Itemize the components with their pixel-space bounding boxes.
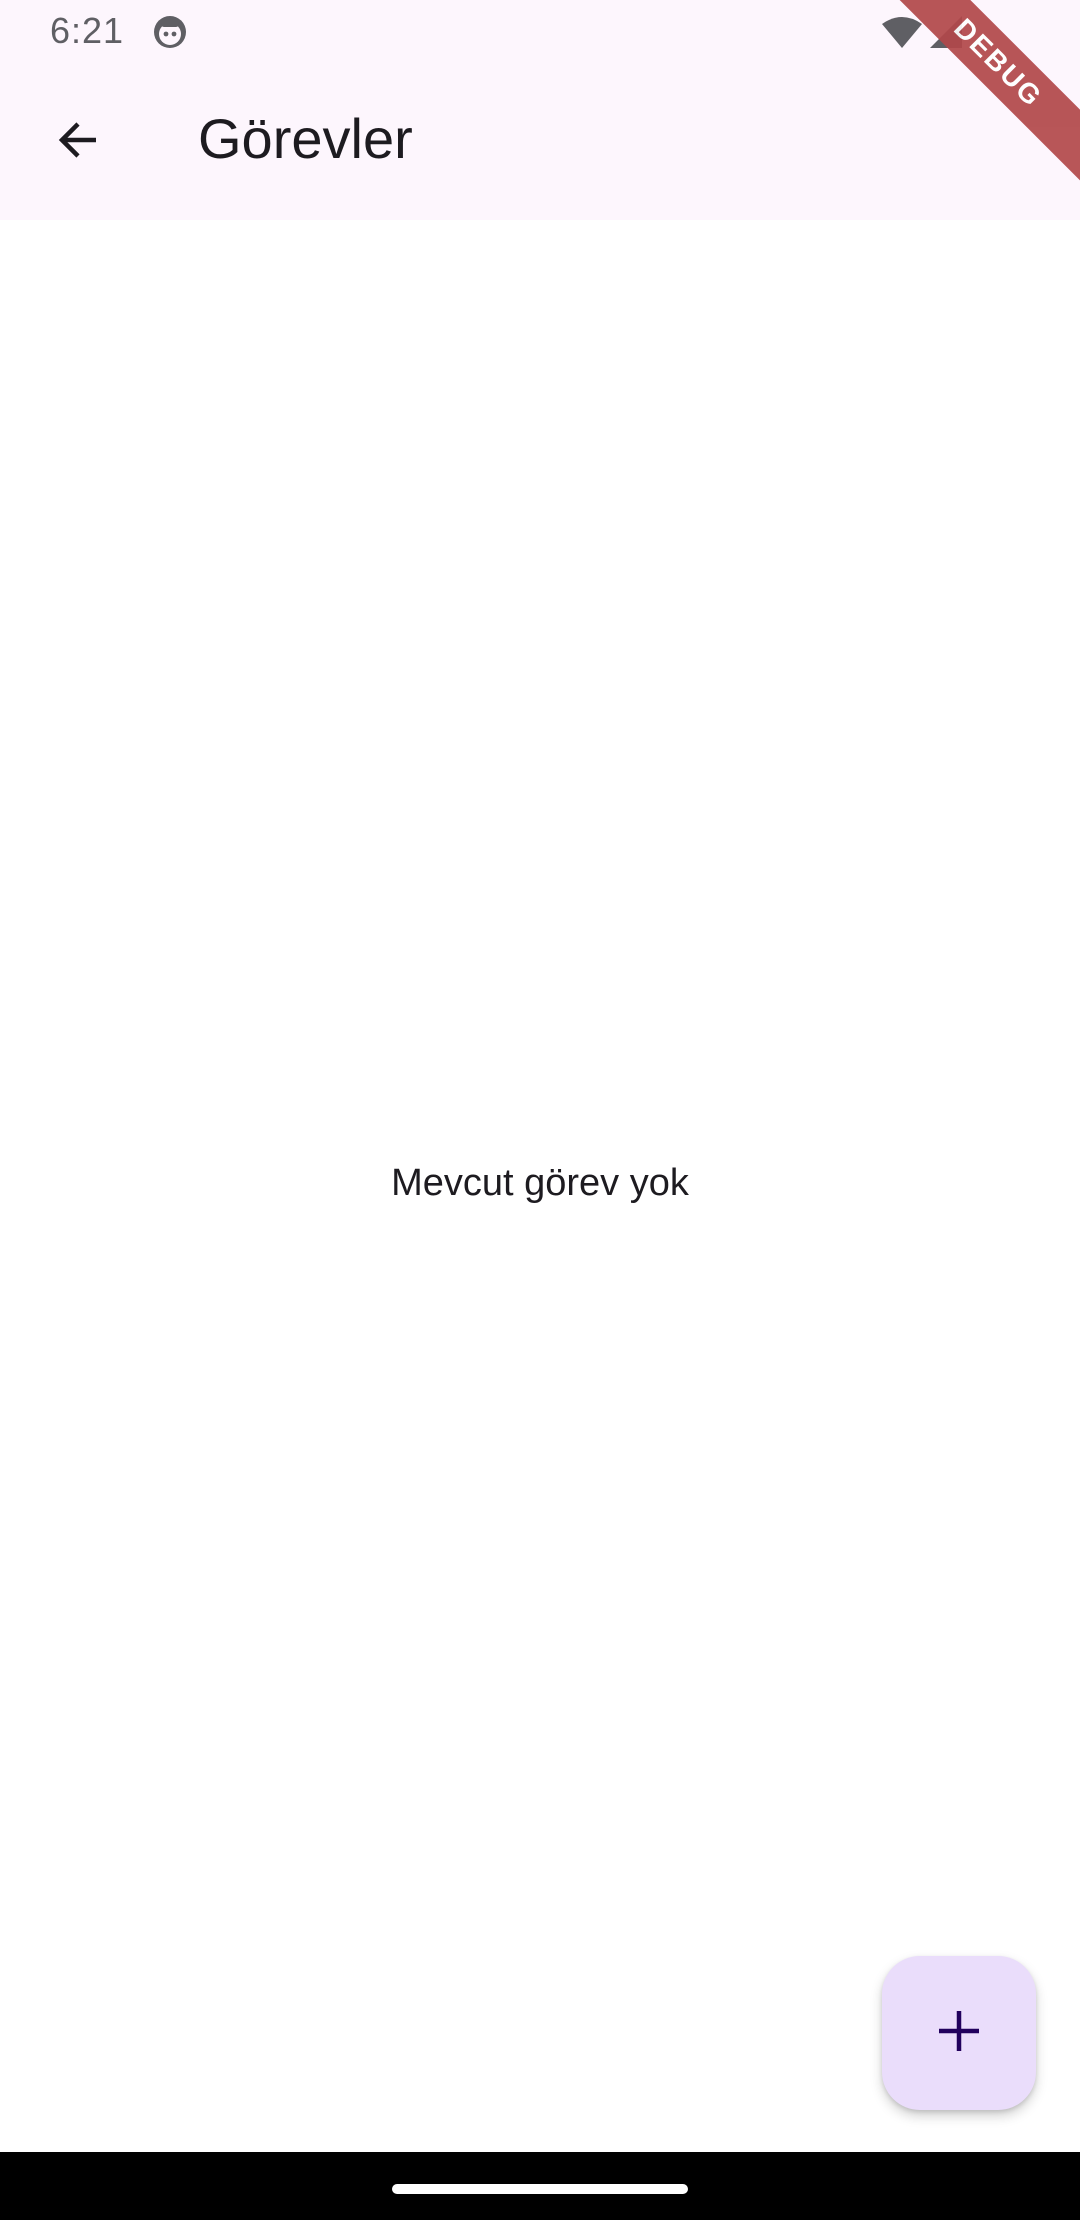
top-area: 6:21 Görevler xyxy=(0,0,1080,220)
arrow-back-icon xyxy=(54,116,102,169)
wifi-icon xyxy=(880,16,924,50)
screen: 6:21 Görevler DEBUG Mevcut görev yok xyxy=(0,0,1080,2220)
app-notification-icon xyxy=(152,14,188,50)
status-time: 6:21 xyxy=(50,10,125,51)
home-indicator[interactable] xyxy=(392,2184,688,2194)
empty-state-message: Mevcut görev yok xyxy=(391,1162,689,1204)
plus-icon xyxy=(937,2009,981,2058)
add-task-button[interactable] xyxy=(882,1956,1036,2110)
system-navigation-bar xyxy=(0,2152,1080,2220)
app-bar: Görevler xyxy=(0,66,1080,220)
back-button[interactable] xyxy=(38,102,118,182)
page-title: Görevler xyxy=(198,107,413,170)
